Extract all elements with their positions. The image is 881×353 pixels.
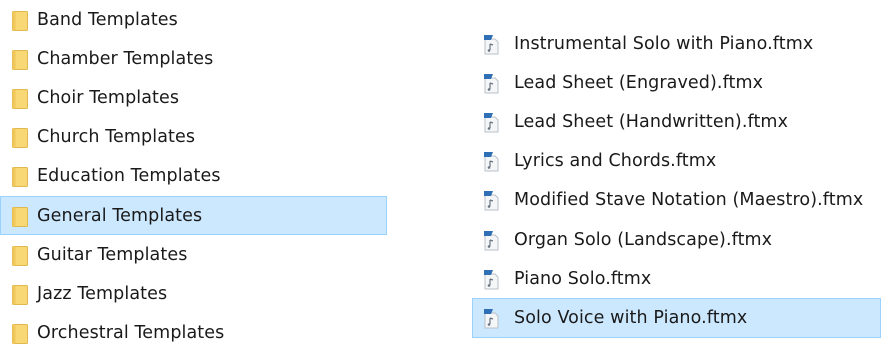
folder-icon	[12, 88, 28, 109]
file-label: Organ Solo (Landscape).ftmx	[514, 229, 773, 250]
folder-item-general-templates[interactable]: General Templates	[0, 195, 387, 236]
finale-file-icon	[484, 269, 499, 290]
folder-icon	[12, 324, 28, 345]
folder-label: Band Templates	[37, 9, 178, 30]
folder-icon	[12, 167, 28, 188]
finale-file-icon	[484, 230, 499, 251]
file-label: Lead Sheet (Engraved).ftmx	[514, 72, 764, 93]
folder-item-band-templates[interactable]: Band Templates	[0, 0, 387, 39]
folder-label: Church Templates	[37, 127, 196, 148]
folder-item-jazz-templates[interactable]: Jazz Templates	[0, 274, 387, 313]
file-label: Lyrics and Chords.ftmx	[514, 151, 717, 172]
folder-label: Choir Templates	[37, 87, 180, 108]
folder-label: Jazz Templates	[37, 283, 168, 304]
file-label: Modified Stave Notation (Maestro).ftmx	[514, 190, 864, 211]
folder-item-guitar-templates[interactable]: Guitar Templates	[0, 235, 387, 274]
file-label: Piano Solo.ftmx	[514, 268, 652, 289]
folder-icon	[12, 10, 28, 31]
file-label: Instrumental Solo with Piano.ftmx	[514, 33, 814, 54]
finale-file-icon	[484, 308, 499, 329]
folder-icon	[12, 206, 28, 227]
file-list: Instrumental Solo with Piano.ftmx Lead S…	[472, 24, 881, 338]
folder-item-chamber-templates[interactable]: Chamber Templates	[0, 39, 387, 78]
folder-item-education-templates[interactable]: Education Templates	[0, 157, 387, 196]
finale-file-icon	[484, 34, 499, 55]
file-item-modified-stave-notation[interactable]: Modified Stave Notation (Maestro).ftmx	[472, 181, 881, 220]
file-item-lead-sheet-engraved[interactable]: Lead Sheet (Engraved).ftmx	[472, 63, 881, 102]
folder-icon	[12, 49, 28, 70]
file-item-lead-sheet-handwritten[interactable]: Lead Sheet (Handwritten).ftmx	[472, 102, 881, 141]
folder-label: Chamber Templates	[37, 48, 214, 69]
folder-icon	[12, 245, 28, 266]
folder-list: Band Templates Chamber Templates Choir T…	[0, 0, 387, 353]
folder-label: Education Templates	[37, 166, 221, 187]
file-item-solo-voice-with-piano[interactable]: Solo Voice with Piano.ftmx	[472, 298, 881, 338]
folder-icon	[12, 128, 28, 149]
file-item-organ-solo-landscape[interactable]: Organ Solo (Landscape).ftmx	[472, 220, 881, 259]
file-label: Solo Voice with Piano.ftmx	[514, 307, 748, 328]
folder-icon	[12, 284, 28, 305]
folder-item-choir-templates[interactable]: Choir Templates	[0, 78, 387, 117]
file-item-piano-solo[interactable]: Piano Solo.ftmx	[472, 259, 881, 298]
finale-file-icon	[484, 191, 499, 211]
folder-label: General Templates	[37, 205, 203, 226]
file-label: Lead Sheet (Handwritten).ftmx	[514, 111, 789, 132]
folder-label: Guitar Templates	[37, 244, 188, 265]
finale-file-icon	[484, 152, 499, 172]
file-item-instrumental-solo-with-piano[interactable]: Instrumental Solo with Piano.ftmx	[472, 24, 881, 63]
finale-file-icon	[484, 73, 499, 94]
folder-label: Orchestral Templates	[37, 323, 225, 344]
folder-item-church-templates[interactable]: Church Templates	[0, 118, 387, 157]
file-item-lyrics-and-chords[interactable]: Lyrics and Chords.ftmx	[472, 142, 881, 181]
finale-file-icon	[484, 112, 499, 133]
